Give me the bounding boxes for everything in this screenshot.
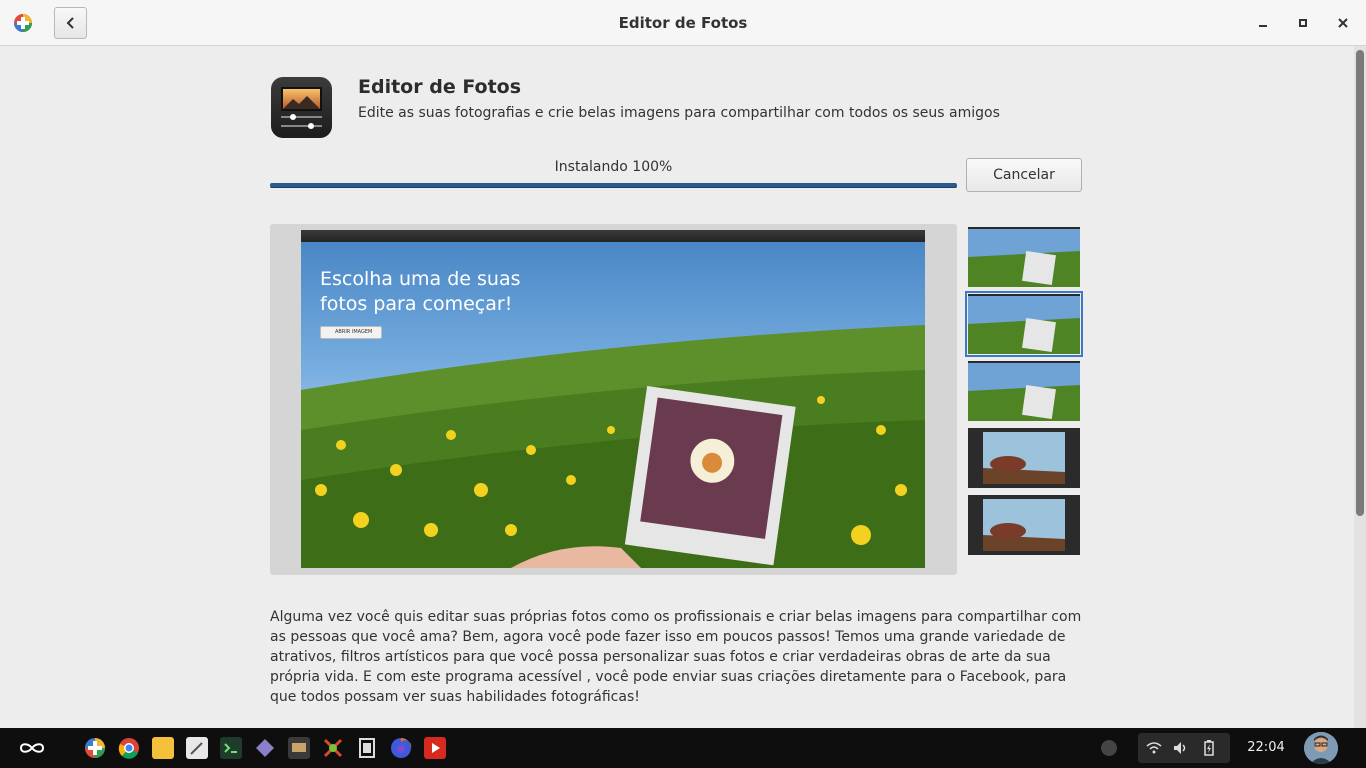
cancel-button[interactable]: Cancelar	[966, 158, 1082, 192]
firefox-icon[interactable]	[390, 737, 412, 759]
text-editor-icon[interactable]	[186, 737, 208, 759]
game-icon[interactable]	[322, 737, 344, 759]
screenshot-thumbnail-4[interactable]	[968, 428, 1080, 488]
volume-icon[interactable]	[1173, 741, 1189, 755]
launcher-button[interactable]	[0, 728, 64, 768]
battery-icon[interactable]	[1204, 740, 1214, 756]
close-icon	[1338, 18, 1348, 28]
screenshot-thumbnail-1[interactable]	[968, 227, 1080, 287]
screenshot-thumbnail-2[interactable]	[965, 291, 1083, 357]
infinity-logo-icon	[19, 743, 45, 753]
app-center-icon[interactable]	[84, 737, 106, 759]
maximize-icon	[1299, 19, 1307, 27]
window-title: Editor de Fotos	[618, 14, 748, 32]
close-button[interactable]	[1334, 14, 1352, 32]
film-icon[interactable]	[356, 737, 378, 759]
crystal-app-icon[interactable]	[254, 737, 276, 759]
wifi-icon[interactable]	[1146, 741, 1162, 755]
main-screenshot: Escolha uma de suas fotos para começar! …	[301, 230, 925, 568]
chrome-icon[interactable]	[118, 737, 140, 759]
install-progress-fill	[270, 183, 957, 188]
youtube-icon[interactable]	[424, 737, 446, 759]
screenshot-open-button: ABRIR IMAGEM	[320, 326, 382, 339]
window-titlebar: Editor de Fotos	[0, 0, 1366, 46]
user-avatar[interactable]	[1304, 732, 1338, 764]
minimize-icon	[1259, 25, 1267, 27]
photo-editor-icon	[271, 77, 332, 138]
minimize-button[interactable]	[1254, 14, 1272, 32]
photo-app-icon[interactable]	[288, 737, 310, 759]
notification-icon[interactable]	[1101, 740, 1117, 756]
vertical-scrollbar[interactable]	[1354, 46, 1366, 728]
scrollbar-thumb[interactable]	[1356, 50, 1364, 516]
terminal-icon[interactable]	[220, 737, 242, 759]
screenshot-window-titlebar	[301, 230, 925, 242]
screenshot-headline: Escolha uma de suas fotos para começar!	[320, 268, 521, 315]
system-tray	[1138, 733, 1230, 763]
taskbar: 22:04	[0, 728, 1366, 768]
app-title: Editor de Fotos	[358, 76, 522, 98]
app-description: Alguma vez você quis editar suas própria…	[270, 609, 1082, 705]
files-icon[interactable]	[152, 737, 174, 759]
app-summary: Edite as suas fotografias e crie belas i…	[358, 105, 1000, 121]
screenshot-thumbnail-5[interactable]	[968, 495, 1080, 555]
screenshot-thumbnail-3[interactable]	[968, 361, 1080, 421]
maximize-button[interactable]	[1294, 14, 1312, 32]
clock[interactable]: 22:04	[1236, 740, 1296, 755]
install-progress-bar	[270, 183, 957, 188]
install-status-label: Instalando 100%	[554, 159, 673, 175]
